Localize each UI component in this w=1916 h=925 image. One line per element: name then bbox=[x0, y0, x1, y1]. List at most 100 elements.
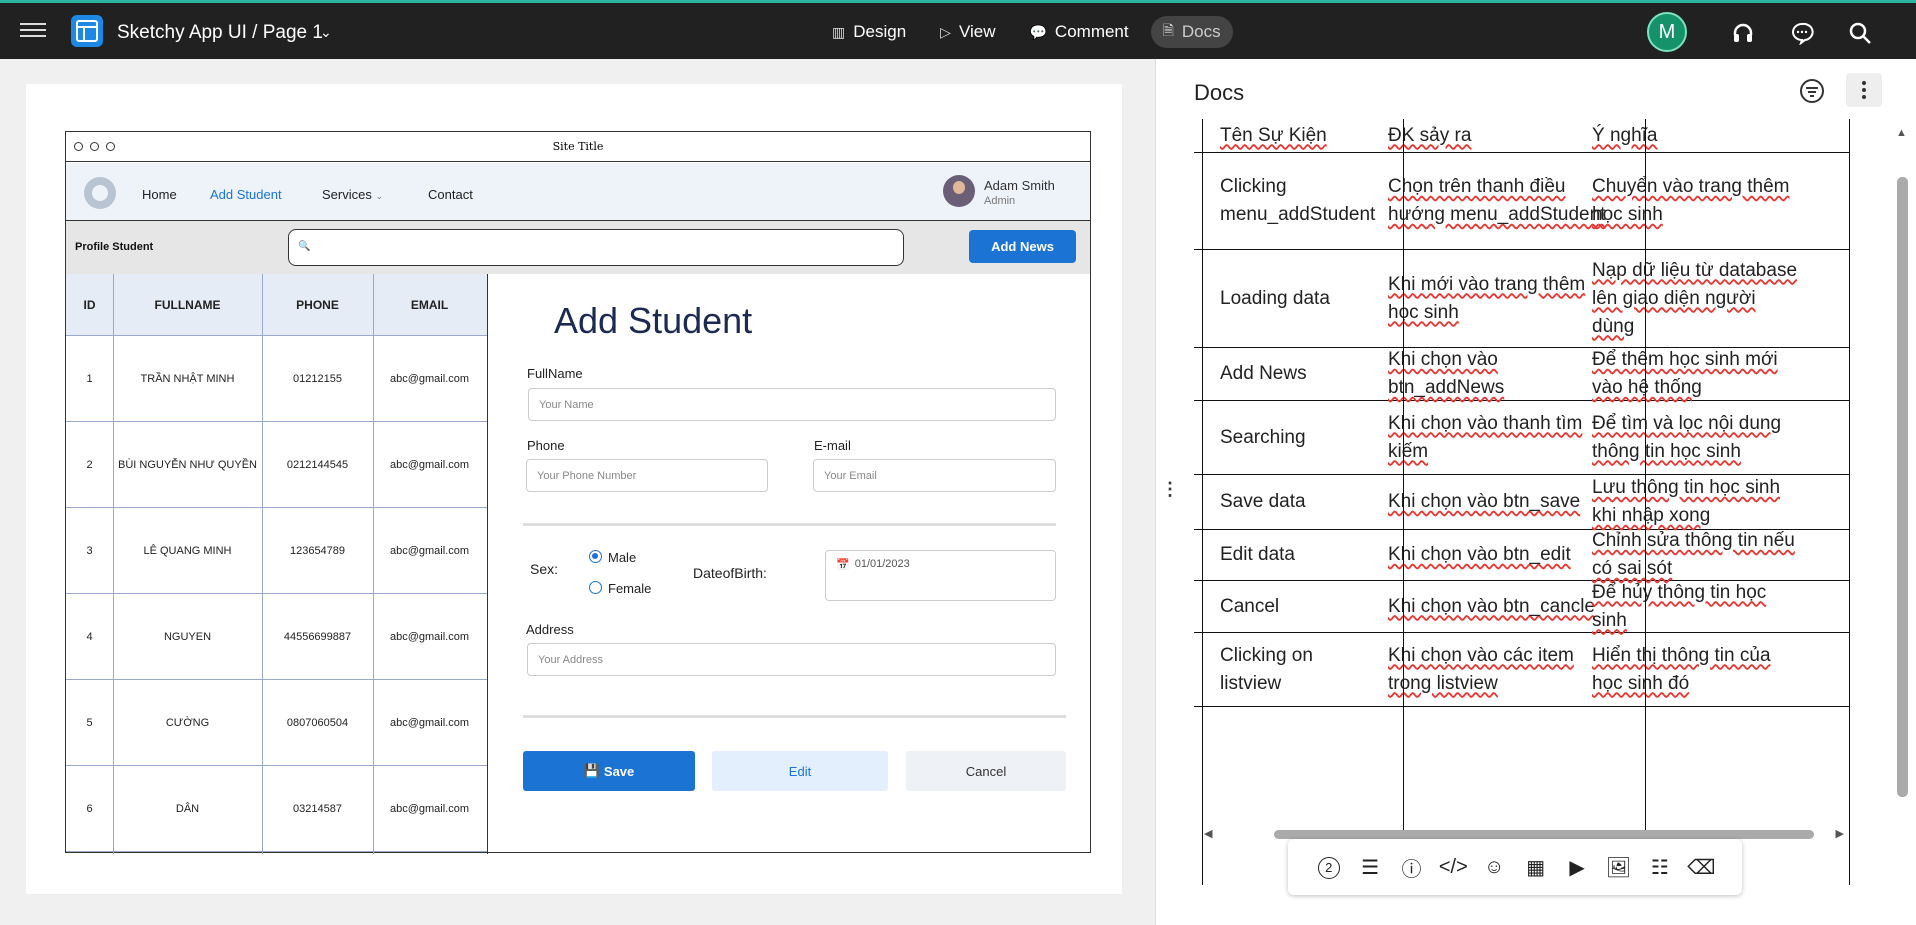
table-row[interactable]: 3 LÊ QUANG MINH 123654789 abc@gmail.com bbox=[66, 508, 487, 594]
docs-table-cell[interactable]: Lưu thông tin học sinh khi nhập xong bbox=[1592, 474, 1800, 530]
nav-services[interactable]: Services ⌄ bbox=[322, 187, 383, 202]
document-icon: 🗎 bbox=[1162, 22, 1174, 38]
scroll-left-icon[interactable]: ◀ bbox=[1204, 827, 1212, 840]
mode-docs[interactable]: 🗎 Docs bbox=[1150, 16, 1233, 48]
search-icon[interactable] bbox=[1846, 19, 1874, 47]
docs-table-cell[interactable]: Hiển thị thông tin của học sinh đó bbox=[1592, 642, 1800, 698]
docs-table-cell[interactable]: Khi mới vào trang thêm học sinh bbox=[1388, 271, 1608, 327]
scroll-right-icon[interactable]: ▶ bbox=[1836, 827, 1844, 840]
layout-icon[interactable]: ☰ bbox=[1356, 855, 1384, 880]
app-title[interactable]: Sketchy App UI / Page 1 bbox=[117, 22, 323, 44]
docs-table-cell[interactable]: ĐK sảy ra bbox=[1388, 122, 1608, 150]
scroll-up-icon[interactable]: ▲ bbox=[1896, 127, 1907, 139]
drag-handle-icon[interactable]: ⋮ bbox=[1161, 479, 1179, 500]
app-logo-icon[interactable] bbox=[71, 15, 103, 47]
docs-table-cell[interactable]: Khi chọn vào btn_cancle bbox=[1388, 593, 1608, 621]
divider bbox=[523, 523, 1056, 526]
save-button[interactable]: 💾 Save bbox=[523, 751, 695, 791]
docs-table-row[interactable]: Cancel Khi chọn vào btn_cancle Để hủy thôn… bbox=[1194, 581, 1850, 633]
docs-table-row[interactable]: Add News Khi chọn vào btn_addNews Để thêm … bbox=[1194, 348, 1850, 401]
insert-toolbar: 2 ☰ ⓘ </> ☺ ▦ ▶ 🖼 ☷ ⌫ bbox=[1288, 839, 1742, 895]
docs-table-cell[interactable]: Khi chọn vào btn_edit bbox=[1388, 541, 1608, 569]
docs-table-cell[interactable]: Save data bbox=[1220, 488, 1370, 516]
docs-table-cell[interactable]: Chỉnh sửa thông tin nếu có sai sót bbox=[1592, 527, 1800, 583]
table-header: ID FULLNAME PHONE EMAIL bbox=[66, 274, 487, 336]
search-input[interactable]: 🔍 bbox=[288, 229, 904, 266]
docs-table-row[interactable]: Clicking on listview Khi chọn vào các ite… bbox=[1194, 633, 1850, 707]
docs-table-row[interactable]: Clicking menu_addStudent Chọn trên thanh … bbox=[1194, 153, 1850, 250]
scroll-thumb[interactable] bbox=[1897, 177, 1908, 797]
eraser-icon[interactable]: ⌫ bbox=[1687, 855, 1715, 880]
docs-table-cell[interactable]: Searching bbox=[1220, 424, 1370, 452]
nav-home[interactable]: Home bbox=[142, 187, 177, 202]
cancel-button[interactable]: Cancel bbox=[906, 751, 1066, 791]
docs-table-cell[interactable]: Khi chọn vào thanh tìm kiếm bbox=[1388, 410, 1608, 466]
table-cell: abc@gmail.com bbox=[389, 717, 470, 729]
scroll-thumb[interactable] bbox=[1274, 830, 1814, 839]
email-input[interactable]: Your Email bbox=[813, 459, 1056, 492]
table-row[interactable]: 4 NGUYEN 44556699887 abc@gmail.com bbox=[66, 594, 487, 680]
phone-input[interactable]: Your Phone Number bbox=[526, 459, 768, 492]
emoji-icon[interactable]: ☺ bbox=[1480, 856, 1508, 879]
menu-icon[interactable] bbox=[20, 19, 46, 39]
table-cell: 6 bbox=[86, 803, 93, 815]
chevron-down-icon[interactable]: ⌄ bbox=[320, 24, 332, 41]
nav-add-student[interactable]: Add Student bbox=[210, 187, 282, 202]
docs-table-cell[interactable]: Clicking menu_addStudent bbox=[1220, 173, 1375, 229]
docs-table-cell[interactable]: Để tìm và lọc nội dung thông tin học sin… bbox=[1592, 410, 1800, 466]
more-options-icon[interactable] bbox=[1846, 73, 1882, 107]
mode-design[interactable]: ▥ Design bbox=[820, 16, 918, 48]
docs-table-cell[interactable]: Khi chọn vào btn_save bbox=[1388, 488, 1608, 516]
image-icon[interactable]: 🖼 bbox=[1604, 855, 1632, 880]
table-row[interactable]: 2 BÙI NGUYỄN NHƯ QUYỀN 0212144545 abc@gmail… bbox=[66, 422, 487, 508]
nav-contact[interactable]: Contact bbox=[428, 187, 473, 202]
docs-table-cell[interactable]: Khi chọn vào btn_addNews bbox=[1388, 346, 1608, 402]
user-avatar-photo[interactable] bbox=[943, 175, 975, 207]
fullname-input[interactable]: Your Name bbox=[528, 388, 1056, 421]
save-icon: 💾 bbox=[583, 763, 600, 778]
dob-input[interactable]: 📅 01/01/2023 bbox=[825, 550, 1056, 601]
radio-female[interactable] bbox=[589, 581, 602, 594]
mockup-window[interactable]: Site Title Home Add Student Services ⌄ C… bbox=[65, 131, 1091, 854]
video-icon[interactable]: ▶ bbox=[1563, 855, 1591, 880]
docs-table-cell[interactable]: Add News bbox=[1220, 360, 1370, 388]
user-avatar[interactable]: M bbox=[1647, 12, 1687, 52]
radio-male[interactable] bbox=[589, 550, 602, 563]
vertical-scrollbar[interactable]: ▲ bbox=[1893, 119, 1911, 839]
edit-button[interactable]: Edit bbox=[712, 751, 888, 791]
docs-table-cell[interactable]: Edit data bbox=[1220, 541, 1370, 569]
docs-table-cell[interactable]: Nạp dữ liệu từ database lên giao diện ng… bbox=[1592, 257, 1800, 341]
table-row[interactable]: 5 CƯỜNG 0807060504 abc@gmail.com bbox=[66, 680, 487, 766]
docs-table-cell[interactable]: Tên Sự Kiện bbox=[1220, 122, 1370, 150]
docs-table-row[interactable]: Save data Khi chọn vào btn_save Lưu thông … bbox=[1194, 475, 1850, 530]
count-icon[interactable]: 2 bbox=[1315, 855, 1343, 879]
mode-view[interactable]: ▷ View bbox=[928, 16, 1007, 48]
docs-table-row[interactable]: Searching Khi chọn vào thanh tìm kiếm Để t… bbox=[1194, 401, 1850, 475]
docs-table-cell[interactable]: Khi chọn vào các item trong listview bbox=[1388, 642, 1608, 698]
headphones-icon[interactable] bbox=[1729, 19, 1757, 47]
filter-icon[interactable] bbox=[1800, 79, 1824, 103]
table-row[interactable]: 6 DÂN 03214587 abc@gmail.com bbox=[66, 766, 487, 852]
chat-icon[interactable] bbox=[1788, 19, 1816, 47]
docs-table-cell[interactable]: Ý nghĩa bbox=[1592, 122, 1800, 150]
docs-table[interactable]: Tên Sự Kiện ĐK sảy ra Ý nghĩa Clicking menu… bbox=[1194, 119, 1850, 885]
docs-table-cell[interactable]: Để hủy thông tin học sinh bbox=[1592, 579, 1800, 635]
mode-comment[interactable]: 💬 Comment bbox=[1017, 16, 1140, 48]
docs-table-row[interactable]: Loading data Khi mới vào trang thêm học s… bbox=[1194, 250, 1850, 348]
docs-table-cell[interactable]: Để thêm học sinh mới vào hệ thống bbox=[1592, 346, 1800, 402]
docs-table-cell[interactable]: Loading data bbox=[1220, 285, 1370, 313]
docs-table-row[interactable]: Edit data Khi chọn vào btn_edit Chỉnh sửa … bbox=[1194, 530, 1850, 581]
add-news-button[interactable]: Add News bbox=[969, 230, 1076, 263]
docs-table-cell[interactable]: Chọn trên thanh điều hướng menu_addStude… bbox=[1388, 173, 1608, 229]
docs-table-row[interactable]: Tên Sự Kiện ĐK sảy ra Ý nghĩa bbox=[1194, 119, 1850, 153]
info-icon[interactable]: ⓘ bbox=[1397, 853, 1425, 882]
table-row[interactable]: 1 TRẦN NHẬT MINH 01212155 abc@gmail.com bbox=[66, 336, 487, 422]
docs-table-cell[interactable]: Clicking on listview bbox=[1220, 642, 1370, 698]
divider-icon[interactable]: ☷ bbox=[1646, 855, 1674, 880]
docs-table-cell[interactable]: Chuyển vào trang thêm học sinh bbox=[1592, 173, 1800, 229]
table-cell: abc@gmail.com bbox=[389, 459, 470, 471]
code-icon[interactable]: </> bbox=[1439, 856, 1468, 879]
table-icon[interactable]: ▦ bbox=[1522, 855, 1550, 880]
address-input[interactable]: Your Address bbox=[527, 643, 1056, 676]
docs-table-cell[interactable]: Cancel bbox=[1220, 593, 1370, 621]
